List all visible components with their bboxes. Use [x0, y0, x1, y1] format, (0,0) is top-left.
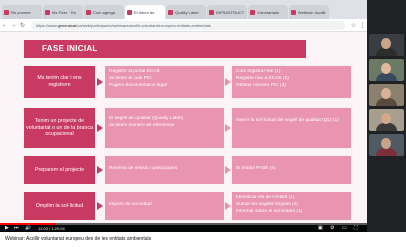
- step-1-box: Ms tenim clar i ens registrem: [24, 66, 95, 98]
- step-2-box: Tenim un projecte de voluntariat o un de…: [24, 108, 95, 148]
- volume-icon[interactable]: 🔊: [25, 225, 31, 232]
- arrow-icon: [97, 124, 103, 132]
- list-item: Identificar els de l'entitat (1): [236, 195, 295, 200]
- list-item: El mòdul PASE (4): [236, 166, 276, 171]
- browser-tab[interactable]: Com agrega: [84, 5, 124, 19]
- favicon-icon: [291, 9, 296, 15]
- list-item: Com registrar-me (1): [236, 69, 281, 74]
- participant-panel: [367, 0, 406, 232]
- list-item: Sumar les segells finques (1): [236, 201, 298, 207]
- browser-toolbar: ← → ↻ https://www.generalcat/ca/web/part…: [0, 19, 367, 32]
- person-head: [381, 113, 391, 124]
- theater-mode-icon[interactable]: ▭: [342, 225, 347, 232]
- person-body: [376, 48, 397, 56]
- list-item: Pugem documentació legal: [109, 82, 167, 88]
- favicon-icon: [127, 9, 132, 15]
- person-body: [376, 98, 397, 106]
- url-path: /ca/web/participacio/webinars/acollir-vo…: [76, 22, 211, 28]
- person-head: [381, 88, 391, 99]
- back-arrow-icon[interactable]: ←: [0, 22, 9, 28]
- favicon-icon: [209, 9, 214, 15]
- step-3-resources: El mòdul PASE (4): [232, 156, 351, 184]
- video-controls: ▶ ⏭ 🔊 12:03 / 1:20:04 ▣ ⚙ ▭ ⛶: [0, 223, 367, 232]
- reload-icon[interactable]: ↻: [18, 22, 27, 29]
- list-item: Ja tenim número de referència: [109, 122, 175, 128]
- arrow-icon: [97, 78, 103, 86]
- arrow-icon: [225, 124, 231, 132]
- list-item: Inserir la sol·licitud del segell de qua…: [236, 118, 339, 123]
- step-4-box: Omplim la sol·licitud: [24, 192, 95, 220]
- favicon-icon: [86, 9, 91, 15]
- person-head: [381, 63, 391, 74]
- url-host: generalcat: [57, 22, 77, 28]
- step-4-actions: Imprès de sol·licitud: [105, 192, 224, 220]
- step-2-actions: El segell de qualitat (Quality Label) Ja…: [105, 108, 224, 148]
- list-item: Registre nou a ECAS (2): [236, 75, 289, 81]
- address-bar[interactable]: https://www.generalcat/ca/web/participac…: [31, 20, 345, 30]
- person-body: [376, 73, 397, 81]
- browser-tab[interactable]: Ro proveer: [2, 5, 42, 19]
- presentation-slide: FASE INICIAL Ms tenim clar i ens registr…: [0, 32, 367, 223]
- star-icon[interactable]: ☆: [349, 22, 358, 29]
- favicon-icon: [4, 9, 9, 15]
- browser-tab[interactable]: Ms Fiver · Ro: [43, 5, 83, 19]
- list-item: Obtenir número PIC (3): [236, 82, 286, 88]
- video-frame: Ro proveer Ms Fiver · Ro Com agrega El f…: [0, 0, 406, 232]
- browser-tab[interactable]: INFRASTRUCT: [207, 5, 247, 19]
- favicon-icon: [45, 9, 50, 15]
- participant-video[interactable]: [369, 84, 404, 106]
- url-prefix: https://www.: [36, 22, 58, 28]
- participant-video[interactable]: [369, 59, 404, 81]
- step-3-actions: Reserva de sessió / participants: [105, 156, 224, 184]
- browser-tab-bar: Ro proveer Ms Fiver · Ro Com agrega El f…: [0, 0, 367, 19]
- phase-title: FASE INICIAL: [24, 40, 306, 58]
- captions-icon[interactable]: ▣: [318, 225, 323, 232]
- fullscreen-icon[interactable]: ⛶: [354, 225, 358, 232]
- participant-video[interactable]: [369, 34, 404, 56]
- step-1-actions: Registre al portal ECAS Ja tenim el codi…: [105, 66, 224, 98]
- forward-arrow-icon[interactable]: →: [9, 22, 18, 28]
- arrow-icon: [225, 166, 231, 174]
- list-item: Informar sobre el sol·licitant (1): [236, 208, 303, 214]
- list-item: Reserva de sessió / participants: [109, 166, 177, 171]
- step-3-box: Preparem el projecte: [24, 156, 95, 184]
- menu-dots-icon[interactable]: ⋮: [358, 22, 367, 29]
- participant-video[interactable]: [369, 109, 404, 131]
- step-4-resources: Identificar els de l'entitat (1) Sumar l…: [232, 192, 351, 220]
- step-1-resources: Com registrar-me (1) Registre nou a ECAS…: [232, 66, 351, 98]
- browser-tab[interactable]: Voluntariado: [248, 5, 288, 19]
- person-head: [381, 138, 391, 149]
- settings-gear-icon[interactable]: ⚙: [330, 225, 334, 232]
- person-head: [381, 38, 391, 49]
- favicon-icon: [168, 9, 173, 15]
- video-caption: Webinar: Acollir voluntariat europeu des…: [5, 236, 152, 242]
- favicon-icon: [250, 9, 255, 15]
- arrow-icon: [225, 202, 231, 210]
- arrow-icon: [97, 202, 103, 210]
- browser-tab-active[interactable]: El futuro de: [125, 5, 165, 19]
- person-body: [376, 148, 397, 156]
- browser-tab[interactable]: Quality Label: [166, 5, 206, 19]
- time-display: 12:03 / 1:20:04: [38, 225, 65, 231]
- browser-tab[interactable]: Webinar: Acollir: [289, 5, 329, 19]
- person-body: [376, 123, 397, 131]
- list-item: Imprès de sol·licitud: [109, 202, 152, 207]
- list-item: Registre al portal ECAS: [109, 69, 160, 74]
- list-item: El segell de qualitat (Quality Label): [109, 116, 184, 121]
- arrow-icon: [97, 166, 103, 174]
- arrow-icon: [225, 78, 231, 86]
- step-2-resources: Inserir la sol·licitud del segell de qua…: [232, 108, 351, 148]
- next-icon[interactable]: ⏭: [14, 225, 19, 232]
- participant-video[interactable]: [369, 134, 404, 156]
- play-icon[interactable]: ▶: [5, 225, 9, 232]
- list-item: Ja tenim el codi PIC: [109, 75, 152, 81]
